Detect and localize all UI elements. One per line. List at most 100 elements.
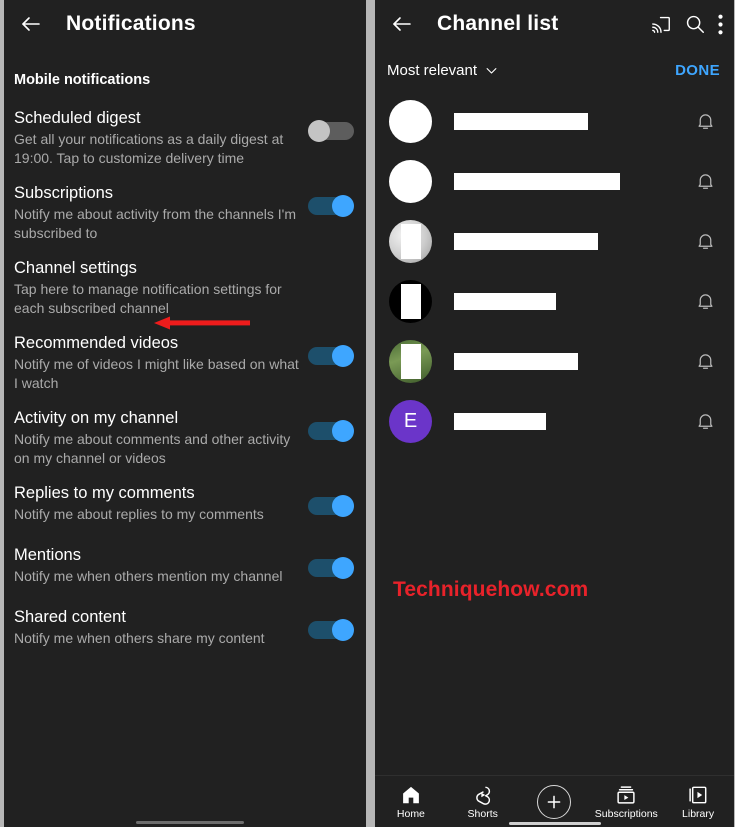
shorts-icon — [472, 784, 494, 806]
setting-row[interactable]: Mentions Notify me when others mention my… — [4, 529, 366, 591]
search-icon[interactable] — [678, 7, 712, 41]
toggle-knob — [332, 557, 354, 579]
setting-text-block: Replies to my comments Notify me about re… — [14, 483, 308, 524]
bell-outline-icon[interactable] — [695, 350, 716, 372]
nav-item-create[interactable] — [519, 784, 591, 819]
channel-row[interactable] — [375, 331, 734, 391]
setting-title: Mentions — [14, 546, 81, 564]
subscriptions-icon — [615, 784, 637, 806]
setting-row[interactable]: Recommended videos Notify me of videos I … — [4, 317, 366, 392]
nav-item-label: Home — [396, 807, 425, 820]
channel-avatar — [389, 159, 432, 203]
channel-row[interactable] — [375, 151, 734, 211]
channel-row[interactable] — [375, 91, 734, 151]
nav-item-library[interactable]: Library — [662, 784, 734, 820]
setting-toggle[interactable] — [308, 495, 354, 517]
setting-toggle[interactable] — [308, 557, 354, 579]
toggle-knob — [332, 195, 354, 217]
setting-row[interactable]: Subscriptions Notify me about activity fr… — [4, 167, 366, 242]
home-indicator — [508, 822, 601, 825]
avatar-initial: E — [403, 409, 418, 432]
setting-text-block: Channel settings Tap here to manage notif… — [14, 258, 308, 317]
avatar-redaction-patch — [401, 223, 421, 259]
channel-list-appbar: Channel list — [375, 0, 734, 48]
setting-subtitle: Tap here to manage notification settings… — [14, 281, 282, 316]
toggle-knob — [332, 345, 354, 367]
setting-row[interactable]: Scheduled digest Get all your notificatio… — [4, 92, 366, 167]
setting-text-block: Shared content Notify me when others shar… — [14, 607, 308, 648]
setting-toggle[interactable] — [308, 195, 354, 217]
avatar-redaction-patch — [401, 343, 421, 379]
channel-avatar — [389, 99, 432, 143]
sort-selector-label[interactable]: Most relevant — [387, 62, 477, 79]
channel-avatar — [389, 219, 432, 263]
cast-icon[interactable] — [644, 7, 678, 41]
setting-subtitle: Notify me when others share my content — [14, 630, 265, 646]
bottom-navigation-bar: Home Shorts Subscriptions Library — [375, 775, 734, 827]
setting-text-block: Scheduled digest Get all your notificatio… — [14, 108, 308, 167]
setting-subtitle: Get all your notifications as a daily di… — [14, 131, 284, 166]
setting-title: Shared content — [14, 608, 126, 626]
plus-circle-icon[interactable] — [537, 784, 572, 819]
toggle-knob — [332, 420, 354, 442]
channel-row[interactable] — [375, 271, 734, 331]
setting-text-block: Subscriptions Notify me about activity fr… — [14, 183, 308, 242]
nav-item-label: Subscriptions — [594, 807, 658, 820]
scroll-indicator[interactable] — [136, 821, 244, 824]
toggle-knob — [332, 495, 354, 517]
setting-row[interactable]: Shared content Notify me when others shar… — [4, 591, 366, 653]
channel-avatar: E — [389, 399, 432, 443]
nav-item-shorts[interactable]: Shorts — [447, 784, 519, 820]
setting-row[interactable]: Replies to my comments Notify me about re… — [4, 467, 366, 529]
setting-text-block: Mentions Notify me when others mention my… — [14, 545, 308, 586]
avatar-redaction-patch — [401, 283, 421, 319]
bell-outline-icon[interactable] — [695, 110, 716, 132]
channel-name-redacted — [454, 112, 588, 130]
setting-text-block: Activity on my channel Notify me about co… — [14, 408, 308, 467]
home-icon — [400, 784, 422, 806]
overflow-menu-icon[interactable] — [712, 7, 728, 41]
channel-name-redacted — [454, 292, 556, 310]
channel-name-redacted — [454, 172, 620, 190]
channel-row[interactable] — [375, 211, 734, 271]
channel-name-redacted — [454, 232, 598, 250]
bell-outline-icon[interactable] — [695, 230, 716, 252]
done-button[interactable]: DONE — [675, 62, 720, 79]
sort-bar: Most relevant DONE — [375, 48, 734, 89]
setting-subtitle: Notify me about replies to my comments — [14, 506, 264, 522]
setting-subtitle: Notify me about activity from the channe… — [14, 206, 297, 241]
channel-avatar — [389, 279, 432, 323]
chevron-down-icon[interactable] — [484, 63, 499, 78]
setting-row[interactable]: Channel settings Tap here to manage notif… — [4, 242, 366, 317]
setting-row[interactable]: Activity on my channel Notify me about co… — [4, 392, 366, 467]
nav-item-home[interactable]: Home — [375, 784, 447, 820]
setting-text-block: Recommended videos Notify me of videos I … — [14, 333, 308, 392]
setting-title: Replies to my comments — [14, 484, 195, 502]
toggle-knob — [308, 120, 330, 142]
channel-name-redacted — [454, 352, 578, 370]
channel-avatar — [389, 339, 432, 383]
bell-outline-icon[interactable] — [695, 170, 716, 192]
setting-toggle[interactable] — [308, 619, 354, 641]
bell-outline-icon[interactable] — [695, 290, 716, 312]
back-arrow-icon[interactable] — [385, 7, 419, 41]
setting-subtitle: Notify me about comments and other activ… — [14, 431, 291, 466]
section-header-mobile-notifications: Mobile notifications — [14, 72, 151, 88]
nav-item-label: Shorts — [467, 807, 498, 820]
setting-toggle[interactable] — [308, 420, 354, 442]
setting-title: Recommended videos — [14, 334, 179, 352]
back-arrow-icon[interactable] — [14, 7, 48, 41]
setting-title: Channel settings — [14, 259, 137, 277]
channel-name-redacted — [454, 412, 546, 430]
setting-toggle[interactable] — [308, 120, 354, 142]
page-title: Channel list — [437, 12, 559, 35]
screenshot-root: Notifications Mobile notifications Sched… — [0, 0, 735, 827]
setting-subtitle: Notify me when others mention my channel — [14, 568, 283, 584]
channel-list-panel: Channel list Most relevant DONE E Techni… — [375, 0, 734, 827]
library-icon — [687, 784, 709, 806]
setting-toggle[interactable] — [308, 345, 354, 367]
channel-row[interactable]: E — [375, 391, 734, 451]
nav-item-subscriptions[interactable]: Subscriptions — [590, 784, 662, 820]
bell-outline-icon[interactable] — [695, 410, 716, 432]
nav-item-label: Library — [682, 807, 715, 820]
